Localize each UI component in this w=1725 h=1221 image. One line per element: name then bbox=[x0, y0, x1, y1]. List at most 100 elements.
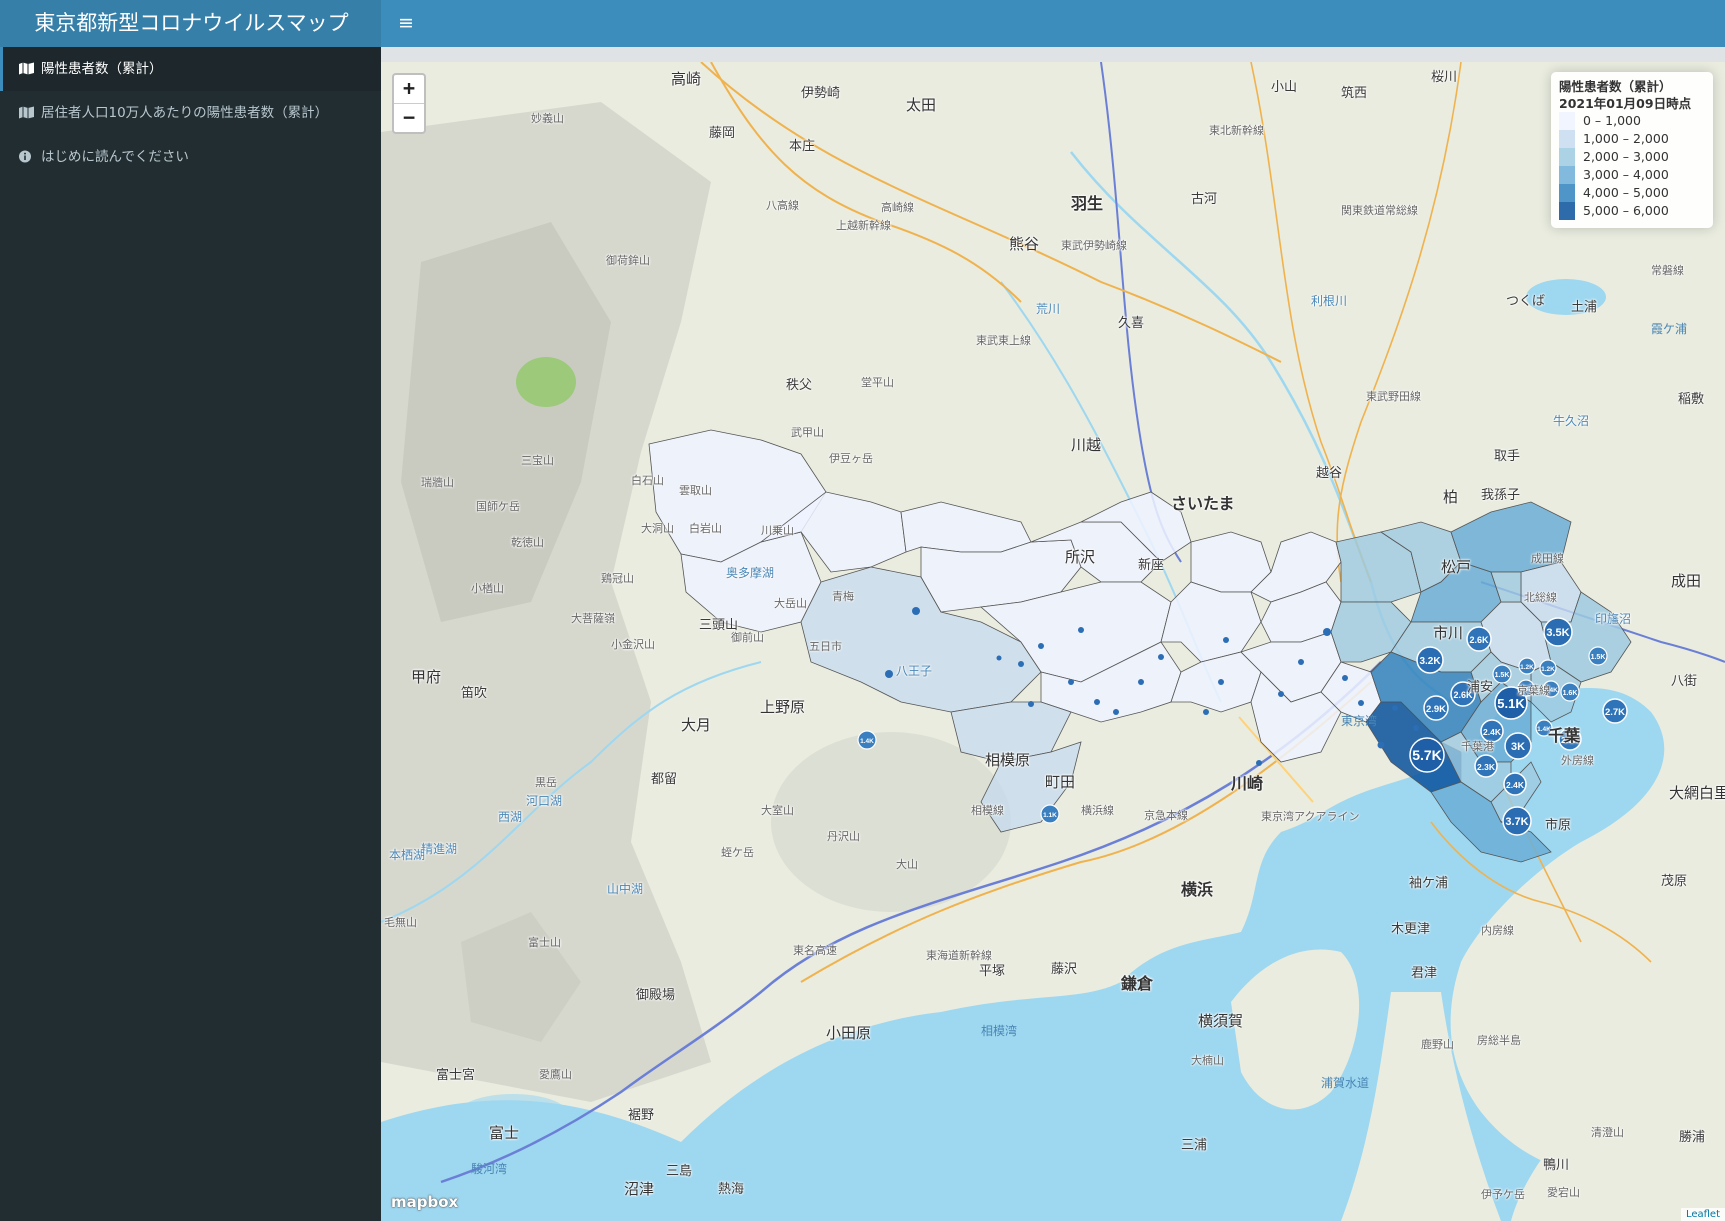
app-title: 東京都新型コロナウイルスマップ bbox=[0, 0, 381, 47]
place-label: 藤岡 bbox=[709, 126, 736, 141]
legend-row: 3,000 – 4,000 bbox=[1559, 166, 1705, 184]
case-count-marker-label[interactable]: 5.7K bbox=[1412, 747, 1442, 763]
zoom-in-button[interactable]: + bbox=[394, 75, 424, 103]
legend-swatch bbox=[1559, 184, 1575, 202]
case-count-marker-label[interactable]: 1.6K bbox=[1563, 690, 1578, 697]
mapbox-logo[interactable]: mapbox bbox=[391, 1193, 458, 1211]
place-label: 松戸 bbox=[1441, 558, 1472, 576]
place-label: 乾徳山 bbox=[511, 536, 544, 549]
place-label: 藤沢 bbox=[1051, 962, 1078, 977]
place-label: 市原 bbox=[1545, 818, 1572, 833]
place-label: 東武野田線 bbox=[1366, 390, 1421, 403]
case-count-marker-label[interactable]: 2.3K bbox=[1477, 762, 1496, 772]
place-label: 小楢山 bbox=[471, 582, 504, 595]
place-label: 成田 bbox=[1671, 572, 1702, 590]
legend-title: 陽性患者数（累計） bbox=[1559, 79, 1672, 94]
place-label: 黒岳 bbox=[535, 776, 557, 789]
place-label: 小山 bbox=[1271, 80, 1298, 95]
place-label: 東武伊勢崎線 bbox=[1061, 239, 1127, 252]
map-legend: 陽性患者数（累計） 2021年01月09日時点 0 – 1,000 1,000 –… bbox=[1551, 72, 1713, 228]
case-count-marker-label[interactable]: 1.2K bbox=[1520, 664, 1534, 671]
case-count-marker-label[interactable]: 1.5K bbox=[1495, 672, 1510, 679]
place-label: 川越 bbox=[1071, 436, 1102, 454]
place-label: 大洞山 bbox=[641, 522, 674, 535]
place-label: 三宝山 bbox=[521, 454, 554, 467]
case-count-marker-label[interactable]: 3K bbox=[1511, 741, 1525, 753]
place-label: 富士山 bbox=[528, 936, 561, 949]
legend-label: 1,000 – 2,000 bbox=[1583, 131, 1669, 146]
place-label: 利根川 bbox=[1311, 294, 1348, 308]
place-label: 相模原 bbox=[985, 751, 1031, 769]
place-label: 山中湖 bbox=[607, 882, 644, 896]
place-label: 越谷 bbox=[1316, 466, 1343, 481]
legend-swatch bbox=[1559, 130, 1575, 148]
legend-row: 1,000 – 2,000 bbox=[1559, 130, 1705, 148]
place-label: 熊谷 bbox=[1009, 235, 1040, 253]
place-label: 東名高速 bbox=[793, 944, 837, 957]
place-label: 精進湖 bbox=[421, 842, 458, 856]
case-count-marker-label[interactable]: 2.4K bbox=[1506, 780, 1525, 790]
place-label: 外房線 bbox=[1561, 754, 1594, 767]
place-label: 京葉線 bbox=[1517, 684, 1550, 697]
place-label: 清澄山 bbox=[1591, 1126, 1624, 1139]
place-label: 蛭ケ岳 bbox=[721, 846, 754, 859]
place-label: 本栖湖 bbox=[389, 848, 426, 862]
place-label: 市川 bbox=[1433, 624, 1464, 642]
place-label: 富士 bbox=[489, 1124, 520, 1142]
case-count-marker-label[interactable]: 2.4K bbox=[1483, 727, 1502, 737]
place-label: 三島 bbox=[666, 1164, 693, 1179]
place-label: 本庄 bbox=[789, 139, 816, 154]
place-label: 雲取山 bbox=[679, 484, 712, 497]
sidebar-toggle-button[interactable]: ≡ bbox=[395, 12, 417, 34]
place-label: 上野原 bbox=[760, 698, 806, 716]
sidebar-item-read-first[interactable]: はじめに読んでください bbox=[0, 135, 381, 179]
case-count-marker-label[interactable]: 1.2K bbox=[1541, 666, 1555, 673]
place-label: 御荷鉾山 bbox=[606, 254, 650, 267]
place-label: 古河 bbox=[1191, 192, 1218, 207]
place-label: 大岳山 bbox=[774, 597, 807, 610]
place-label: 小田原 bbox=[826, 1024, 872, 1042]
place-label: 白石山 bbox=[631, 474, 664, 487]
case-count-marker-label[interactable]: 2.6K bbox=[1469, 635, 1489, 645]
place-label: 新座 bbox=[1138, 558, 1165, 573]
case-count-marker-label[interactable]: 1.5K bbox=[1591, 654, 1606, 661]
place-label: 東京湾アクアライン bbox=[1261, 810, 1360, 823]
place-label: 妙義山 bbox=[531, 112, 564, 125]
case-count-marker-label[interactable]: 5.1K bbox=[1497, 696, 1525, 711]
place-label: 御殿場 bbox=[636, 988, 676, 1003]
place-label: つくば bbox=[1506, 294, 1546, 309]
legend-label: 3,000 – 4,000 bbox=[1583, 167, 1669, 182]
place-label: 荒川 bbox=[1036, 302, 1061, 316]
place-label: 甲府 bbox=[411, 668, 442, 686]
legend-swatch bbox=[1559, 148, 1575, 166]
sidebar-item-positive-cases[interactable]: 陽性患者数（累計） bbox=[0, 47, 381, 91]
case-count-marker-label[interactable]: 3.7K bbox=[1505, 816, 1528, 828]
case-count-marker-label[interactable]: 1.4K bbox=[860, 738, 874, 745]
case-count-marker-label[interactable]: 2.7K bbox=[1605, 707, 1625, 718]
leaflet-attribution-link[interactable]: Leaflet bbox=[1680, 1208, 1725, 1221]
place-label: 駿河湾 bbox=[471, 1162, 508, 1176]
place-label: 牛久沼 bbox=[1553, 414, 1590, 428]
place-label: 浦安 bbox=[1467, 680, 1494, 695]
case-count-marker-label[interactable]: 3.2K bbox=[1419, 656, 1441, 667]
place-label: 鶏冠山 bbox=[601, 572, 634, 585]
place-label: 白岩山 bbox=[689, 522, 722, 535]
legend-row: 4,000 – 5,000 bbox=[1559, 184, 1705, 202]
place-label: 東京湾 bbox=[1341, 714, 1378, 728]
place-label: 太田 bbox=[906, 96, 937, 114]
case-count-marker-label[interactable]: 1.1K bbox=[1043, 812, 1057, 819]
basemap: 5.7K 5.1K 3.7K 3.5K 3.2K 3K 2.9K 2.7K 2.… bbox=[381, 62, 1725, 1221]
sidebar-item-cases-per-100k[interactable]: 居住者人口10万人あたりの陽性患者数（累計） bbox=[0, 91, 381, 135]
place-label: 茂原 bbox=[1661, 874, 1688, 889]
place-label: 千葉港 bbox=[1461, 740, 1494, 753]
zoom-out-button[interactable]: − bbox=[394, 103, 424, 132]
map-view[interactable]: 5.7K 5.1K 3.7K 3.5K 3.2K 3K 2.9K 2.7K 2.… bbox=[381, 62, 1725, 1221]
place-label: 大山 bbox=[896, 858, 918, 871]
sidebar-item-label: 陽性患者数（累計） bbox=[41, 61, 163, 77]
place-label: 川乗山 bbox=[761, 524, 794, 537]
case-count-marker-label[interactable]: 3.5K bbox=[1546, 627, 1569, 639]
case-count-marker-label[interactable]: 2.9K bbox=[1426, 704, 1446, 715]
place-label: 鎌倉 bbox=[1121, 974, 1154, 993]
place-label: 西湖 bbox=[498, 810, 523, 824]
place-label: 八街 bbox=[1671, 674, 1698, 689]
